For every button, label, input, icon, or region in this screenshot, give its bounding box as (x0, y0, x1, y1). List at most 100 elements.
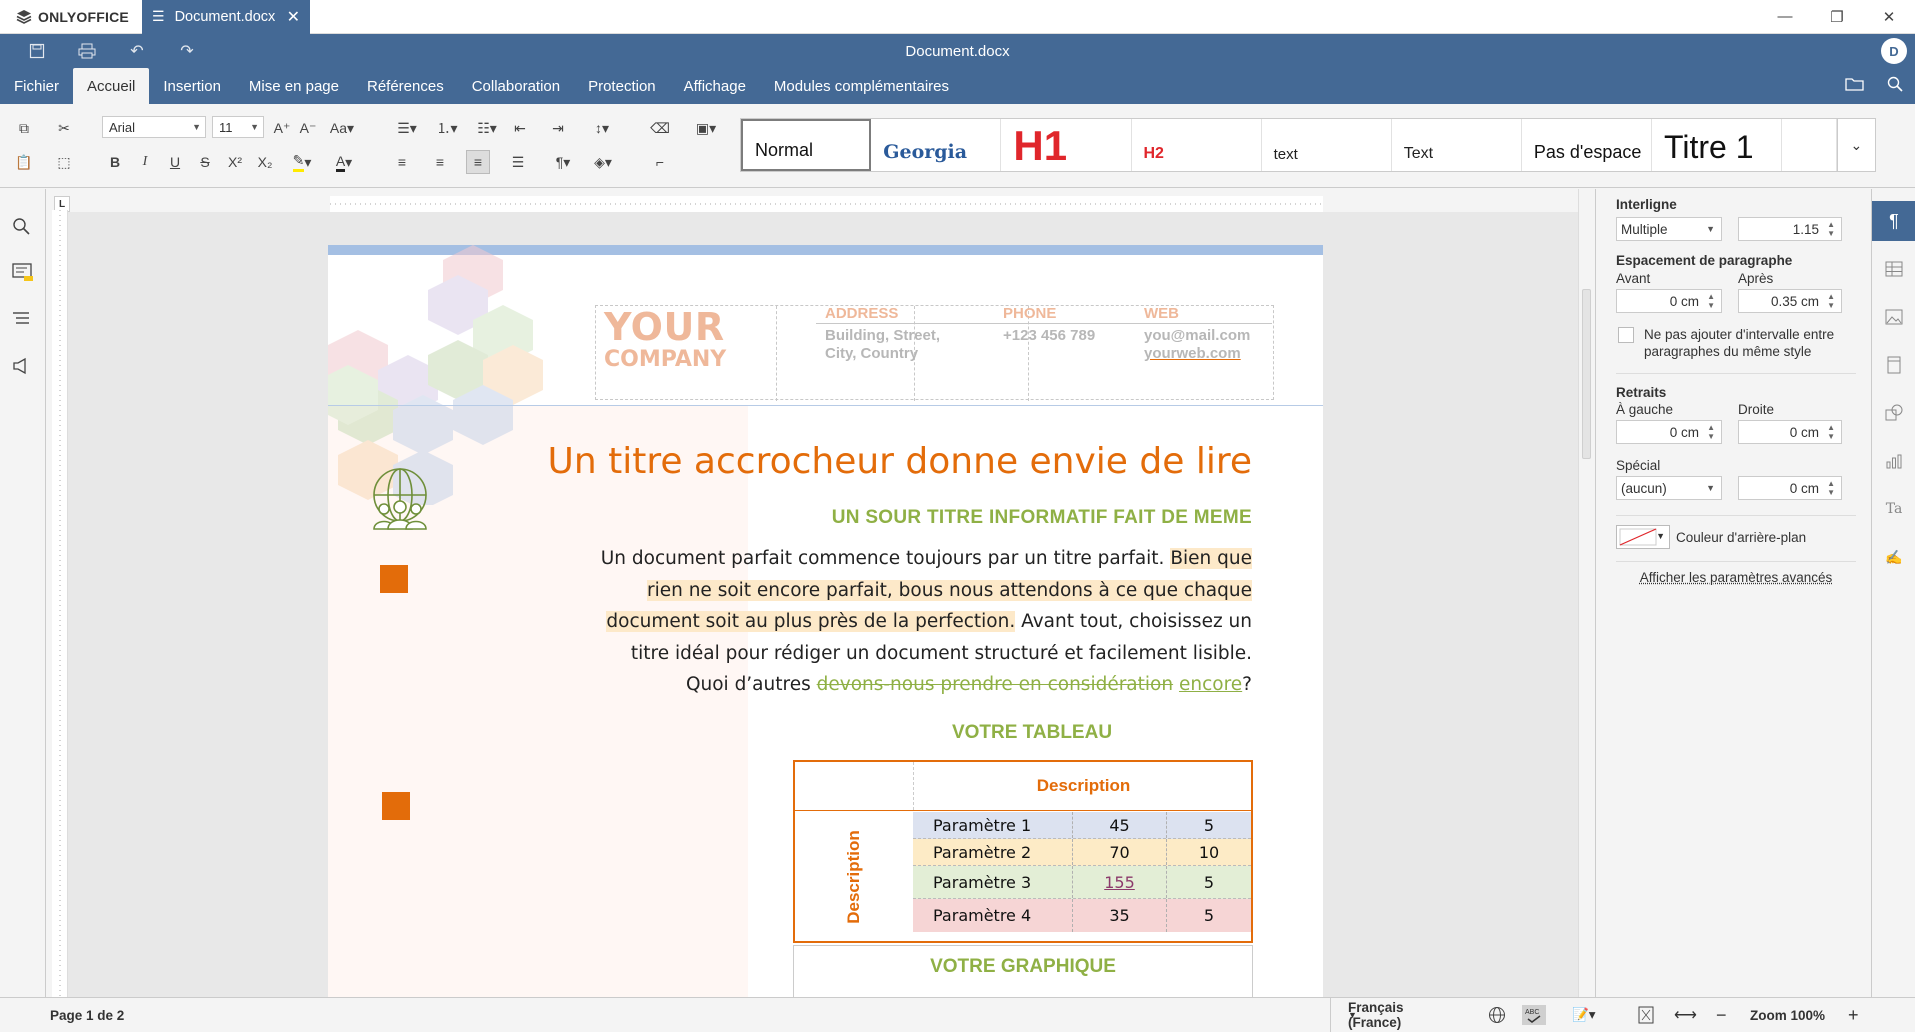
strikethrough-icon[interactable]: S (194, 150, 216, 174)
print-icon[interactable] (62, 43, 112, 59)
indent-right-input[interactable]: 0 cm ▲ ▼ (1738, 420, 1842, 444)
spellcheck-icon[interactable]: ABC (1522, 998, 1546, 1032)
cut-icon[interactable]: ✂ (52, 116, 76, 140)
style-georgia[interactable]: Georgia (871, 119, 1002, 171)
language-select[interactable]: Français (France) ▼ (1348, 998, 1404, 1032)
restore-button[interactable]: ❐ (1811, 0, 1863, 34)
track-changes-icon[interactable]: 📝▾ (1572, 998, 1596, 1032)
superscript-icon[interactable]: X² (224, 150, 246, 174)
tracked-insertion[interactable]: encore (1179, 674, 1242, 695)
fit-page-icon[interactable] (1638, 998, 1654, 1032)
style-no-spacing[interactable]: Pas d'espace (1522, 119, 1652, 171)
justify-icon[interactable]: ☰ (506, 150, 530, 174)
style-title-1[interactable]: Titre 1 (1652, 119, 1783, 171)
tab-file[interactable]: Fichier (0, 68, 73, 104)
clear-style-icon[interactable]: ⌫ (648, 116, 672, 140)
table-row[interactable]: Paramètre 2 70 10 (913, 839, 1251, 866)
bullet-list-icon[interactable]: ☰▾ (390, 116, 424, 140)
vertical-ruler[interactable] (52, 210, 68, 1000)
table-row[interactable]: Paramètre 1 45 5 (913, 812, 1251, 839)
line-spacing-icon[interactable]: ↕▾ (584, 116, 620, 140)
style-text[interactable]: Text (1392, 119, 1522, 171)
style-empty[interactable] (1782, 119, 1837, 171)
horizontal-ruler[interactable] (330, 196, 1323, 212)
open-location-icon[interactable] (1845, 76, 1865, 95)
search-icon[interactable] (1887, 76, 1903, 95)
comments-icon[interactable] (12, 263, 34, 286)
increase-indent-icon[interactable]: ⇥ (546, 116, 570, 140)
spinner-icon[interactable]: ▲ ▼ (1707, 423, 1715, 441)
chart-settings-icon[interactable] (1872, 441, 1915, 481)
indent-left-input[interactable]: 0 cm ▲ ▼ (1616, 420, 1722, 444)
align-center-icon[interactable]: ≡ (428, 150, 452, 174)
tab-protection[interactable]: Protection (574, 68, 670, 104)
tab-references[interactable]: Références (353, 68, 458, 104)
align-right-icon[interactable]: ≡ (466, 150, 490, 174)
document-page[interactable]: YOUR COMPANY ADDRESS Building, Street, Ci… (328, 245, 1323, 1005)
font-size-select[interactable]: 11 ▼ (212, 116, 264, 138)
subscript-icon[interactable]: X₂ (254, 150, 276, 174)
copy-style-icon[interactable]: ⌐ (648, 150, 672, 174)
spinner-icon[interactable]: ▲ ▼ (1827, 292, 1835, 310)
line-spacing-mode-select[interactable]: Multiple ▼ (1616, 217, 1722, 241)
signature-settings-icon[interactable]: ✍ (1872, 537, 1915, 577)
data-table[interactable]: Description Description Paramètre 1 45 5… (793, 760, 1253, 943)
italic-icon[interactable]: I (134, 150, 156, 174)
shading-icon[interactable]: ◈▾ (586, 150, 620, 174)
select-all-icon[interactable]: ⬚ (52, 150, 76, 174)
minimize-button[interactable]: — (1759, 0, 1811, 34)
undo-icon[interactable]: ↶ (112, 41, 162, 61)
no-interval-checkbox[interactable] (1618, 327, 1634, 343)
image-settings-icon[interactable] (1872, 297, 1915, 337)
search-icon[interactable] (12, 217, 30, 238)
close-window-button[interactable]: ✕ (1863, 0, 1915, 34)
feedback-icon[interactable] (12, 357, 32, 378)
special-indent-input[interactable]: 0 cm ▲ ▼ (1738, 476, 1842, 500)
align-left-icon[interactable]: ≡ (390, 150, 414, 174)
vertical-scrollbar[interactable] (1578, 189, 1594, 997)
numbered-list-icon[interactable]: ⒈▾ (430, 116, 464, 140)
underline-icon[interactable]: U (164, 150, 186, 174)
table-row[interactable]: Paramètre 3 155 5 (913, 866, 1251, 899)
close-tab-icon[interactable]: ✕ (287, 7, 300, 27)
decrease-font-icon[interactable]: A⁻ (298, 116, 318, 140)
tab-collaboration[interactable]: Collaboration (458, 68, 574, 104)
change-case-icon[interactable]: Aa▾ (324, 116, 360, 140)
globe-icon[interactable] (1488, 998, 1506, 1032)
tab-plugins[interactable]: Modules complémentaires (760, 68, 963, 104)
spinner-icon[interactable]: ▲ ▼ (1827, 220, 1835, 238)
graph-section[interactable]: VOTRE GRAPHIQUE (793, 945, 1253, 1005)
bold-icon[interactable]: B (104, 150, 126, 174)
style-h2[interactable]: H2 (1132, 119, 1262, 171)
zoom-out-button[interactable]: − (1716, 998, 1727, 1032)
decrease-indent-icon[interactable]: ⇤ (508, 116, 532, 140)
increase-font-icon[interactable]: A⁺ (272, 116, 292, 140)
spinner-icon[interactable]: ▲ ▼ (1827, 479, 1835, 497)
paragraph-settings-icon[interactable]: ¶ (1872, 201, 1915, 241)
document-tab[interactable]: ☰ Document.docx ✕ (142, 0, 310, 34)
color-scheme-icon[interactable]: ▣▾ (688, 116, 724, 140)
spinner-icon[interactable]: ▲ ▼ (1827, 423, 1835, 441)
redo-icon[interactable]: ↷ (162, 41, 212, 61)
spacing-before-input[interactable]: 0 cm ▲ ▼ (1616, 289, 1722, 313)
tab-view[interactable]: Affichage (670, 68, 760, 104)
paste-icon[interactable]: 📋 (12, 150, 36, 174)
font-family-select[interactable]: Arial ▼ (102, 116, 206, 138)
spacing-after-input[interactable]: 0.35 cm ▲ ▼ (1738, 289, 1842, 313)
nonprinting-chars-icon[interactable]: ¶▾ (546, 150, 580, 174)
zoom-level[interactable]: Zoom 100% (1750, 998, 1825, 1032)
scrollbar-thumb[interactable] (1582, 289, 1591, 459)
font-color-icon[interactable]: A ▾ (326, 150, 362, 174)
background-color-picker[interactable]: ▼ (1616, 525, 1670, 549)
copy-icon[interactable]: ⧉ (12, 116, 36, 140)
header-footer-settings-icon[interactable] (1872, 345, 1915, 385)
textart-settings-icon[interactable]: Ta (1872, 489, 1915, 529)
multilevel-list-icon[interactable]: ☷▾ (470, 116, 504, 140)
save-icon[interactable] (12, 43, 62, 59)
navigation-icon[interactable] (12, 311, 30, 330)
tab-home[interactable]: Accueil (73, 68, 150, 104)
style-text-lower[interactable]: text (1262, 119, 1392, 171)
style-h1[interactable]: H1 (1001, 119, 1132, 171)
style-normal[interactable]: Normal (741, 119, 872, 171)
table-settings-icon[interactable] (1872, 249, 1915, 289)
